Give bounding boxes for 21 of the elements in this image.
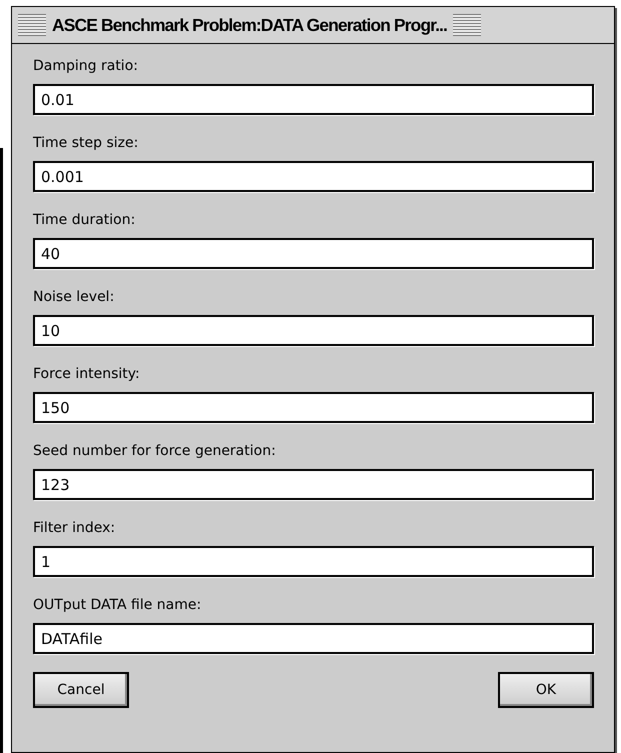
field-label: Filter index: [33, 519, 116, 538]
window-title: ASCE Benchmark Problem:DATA Generation Progr... [52, 14, 447, 36]
field-label: Time duration: [33, 211, 136, 230]
ok-button[interactable]: OK [498, 672, 594, 708]
input-field[interactable]: 123 [33, 469, 594, 500]
field-label: Force intensity: [33, 365, 140, 384]
field-label: Seed number for force generation: [33, 442, 276, 461]
input-field[interactable]: DATAfile [33, 623, 594, 654]
input-field[interactable]: 1 [33, 546, 594, 577]
input-field[interactable]: 0.001 [33, 161, 594, 192]
input-field[interactable]: 10 [33, 315, 594, 346]
stripes-icon [452, 14, 481, 36]
stripes-icon [18, 14, 46, 36]
field-label: Time step size: [33, 134, 138, 153]
input-field[interactable]: 0.01 [33, 84, 594, 115]
input-field[interactable]: 40 [33, 238, 594, 269]
cancel-button[interactable]: Cancel [33, 672, 129, 708]
input-field[interactable]: 150 [33, 392, 594, 423]
field-label: Noise level: [33, 288, 114, 307]
field-label: Damping ratio: [33, 57, 138, 76]
field-label: OUTput DATA file name: [33, 596, 202, 615]
